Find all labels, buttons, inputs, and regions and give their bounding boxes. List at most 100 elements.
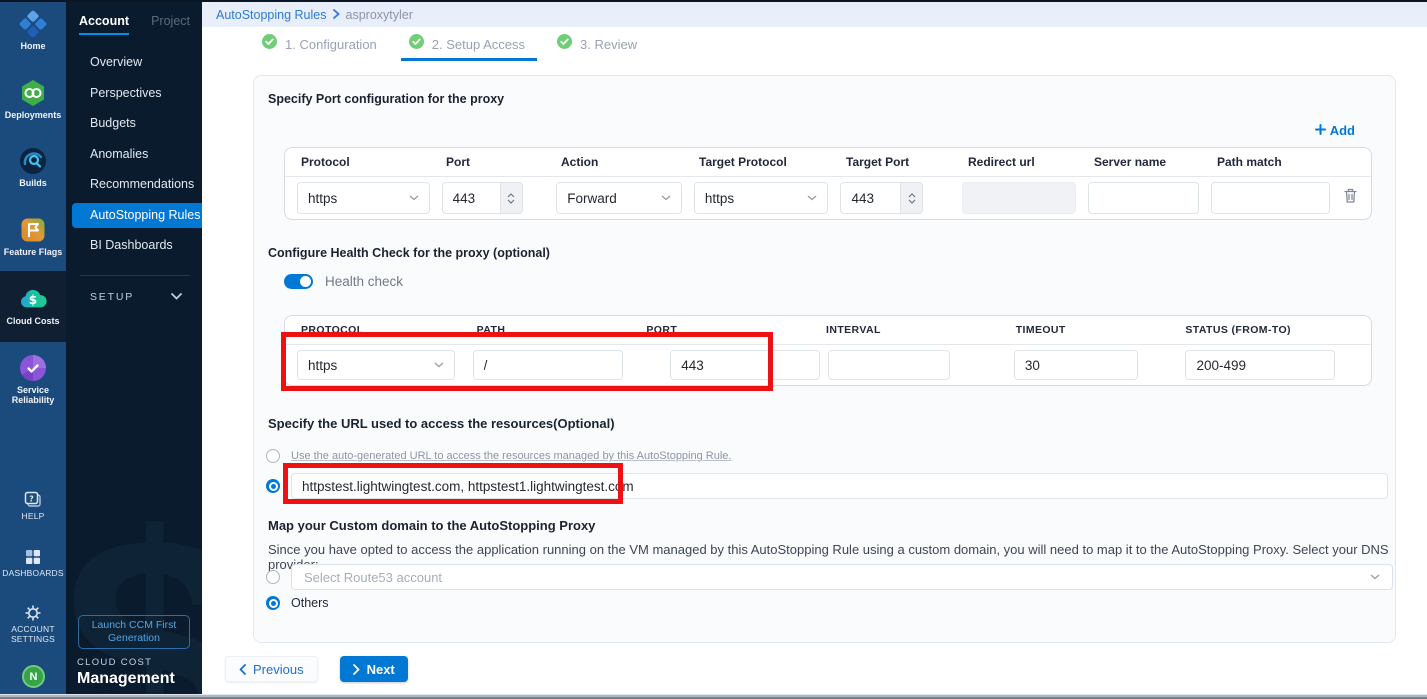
column-header: Server name [1078,155,1201,169]
rail-item-dashboards[interactable]: DASHBOARDS [0,547,66,579]
rail-item-deployments[interactable]: Deployments [0,79,66,120]
rail-item-help[interactable]: ? HELP [0,490,66,522]
nav-item-bi-dashboards[interactable]: BI Dashboards [66,230,202,261]
builds-icon [19,147,47,175]
health-interval-input[interactable] [828,350,950,380]
rail-item-account-settings[interactable]: ACCOUNT SETTINGS [0,603,66,645]
nav-item-perspectives[interactable]: Perspectives [66,78,202,109]
route53-option-row: Select Route53 account [266,564,1393,590]
column-header: Protocol [285,155,430,169]
scope-tabs: Account Project [79,14,190,35]
previous-button[interactable]: Previous [225,656,318,682]
auto-url-radio[interactable] [266,449,280,463]
health-timeout-input[interactable] [1014,350,1138,380]
breadcrumb-parent-link[interactable]: AutoStopping Rules [216,8,327,22]
chevron-left-icon [239,664,246,675]
action-select[interactable]: Forward [556,182,682,214]
setup-label: SETUP [90,291,134,303]
column-header: Port [430,155,545,169]
health-protocol-select[interactable]: https [297,350,455,380]
chevron-down-icon [409,195,419,201]
nav-item-anomalies[interactable]: Anomalies [66,139,202,170]
health-check-toggle-row: Health check [284,274,403,289]
chevron-right-icon [333,8,340,22]
number-stepper[interactable] [900,182,923,214]
step-label: 1. Configuration [285,37,377,52]
nav-item-autostopping-rules[interactable]: AutoStopping Rules [72,203,202,228]
health-check-table: PROTOCOL PATH PORT INTERVAL TIMEOUT STAT… [284,315,1372,386]
column-header: Path match [1201,155,1332,169]
nav-item-overview[interactable]: Overview [66,47,202,78]
health-protocol-value: https [308,358,337,373]
rail-item-home[interactable]: Home [0,10,66,51]
auto-url-option-row: Use the auto-generated URL to access the… [266,449,731,463]
target-port-input[interactable] [840,182,900,214]
svg-text:?: ? [29,495,34,504]
rail-item-cloud-costs[interactable]: $ Cloud Costs [0,285,66,326]
gear-icon [23,603,43,623]
health-port-input[interactable] [670,350,820,380]
launch-ccm-first-gen-button[interactable]: Launch CCM First Generation [78,615,190,649]
nav-list: Overview Perspectives Budgets Anomalies … [66,47,202,318]
check-circle-icon [409,34,424,54]
rail-item-feature-flags[interactable]: Feature Flags [0,216,66,257]
others-option-row: Others [266,596,329,610]
health-check-heading: Configure Health Check for the proxy (op… [268,246,550,260]
active-step-underline [401,58,537,61]
rail-item-builds[interactable]: Builds [0,147,66,188]
target-protocol-select[interactable]: https [694,182,829,214]
nav-item-recommendations[interactable]: Recommendations [66,169,202,200]
health-check-toggle[interactable] [284,274,313,289]
tab-account[interactable]: Account [79,14,129,35]
route53-account-select[interactable]: Select Route53 account [291,564,1393,590]
auto-url-option-label[interactable]: Use the auto-generated URL to access the… [291,450,731,462]
column-header: Target Protocol [683,155,830,169]
route53-radio[interactable] [266,570,280,584]
window-top-edge [0,0,1427,2]
tab-project[interactable]: Project [151,14,190,35]
health-status-input[interactable] [1185,350,1335,380]
nav-setup-group[interactable]: SETUP [90,276,182,318]
number-stepper[interactable] [500,182,523,214]
step-setup-access[interactable]: 2. Setup Access [409,27,525,61]
rail-item-service-reliability[interactable]: Service Reliability [0,354,66,406]
svg-text:$: $ [29,293,37,307]
add-port-row-button[interactable]: Add [1315,123,1355,138]
dashboards-icon [23,547,43,567]
feature-flags-icon [19,216,47,244]
custom-url-input[interactable] [291,473,1388,499]
rail-label: DASHBOARDS [0,569,66,579]
brand-block: CLOUD COST Management [77,657,175,688]
health-path-input[interactable] [473,350,623,380]
help-icon: ? [23,490,43,510]
column-header: Action [545,155,683,169]
brand-line1: CLOUD COST [77,657,175,668]
others-radio[interactable] [266,596,280,610]
chevron-down-icon [1370,574,1380,580]
user-avatar[interactable]: N [22,665,45,688]
port-input[interactable] [442,182,500,214]
server-name-input[interactable] [1088,182,1199,214]
column-header: INTERVAL [810,324,1000,336]
next-button[interactable]: Next [340,656,408,682]
chevron-down-icon [171,291,182,303]
protocol-select[interactable]: https [297,182,430,214]
custom-url-option-row [266,473,1388,499]
ccm-nav-panel: $ Account Project Overview Perspectives … [66,0,202,699]
rail-label: Deployments [0,110,66,120]
custom-url-radio[interactable] [266,479,280,493]
health-table-row: https [285,345,1371,385]
rail-label: ACCOUNT SETTINGS [5,625,61,645]
step-configuration[interactable]: 1. Configuration [262,27,377,61]
column-header: Target Port [830,155,952,169]
path-match-input[interactable] [1211,182,1330,214]
column-header: PROTOCOL [285,324,461,336]
redirect-url-input[interactable] [962,182,1076,214]
nav-item-budgets[interactable]: Budgets [66,108,202,139]
delete-row-button[interactable] [1343,187,1358,209]
step-review[interactable]: 3. Review [557,27,637,61]
setup-access-card: Specify Port configuration for the proxy… [253,75,1396,643]
health-check-toggle-label: Health check [325,274,403,289]
chevron-down-icon [661,195,671,201]
target-port-number-field [840,182,950,214]
